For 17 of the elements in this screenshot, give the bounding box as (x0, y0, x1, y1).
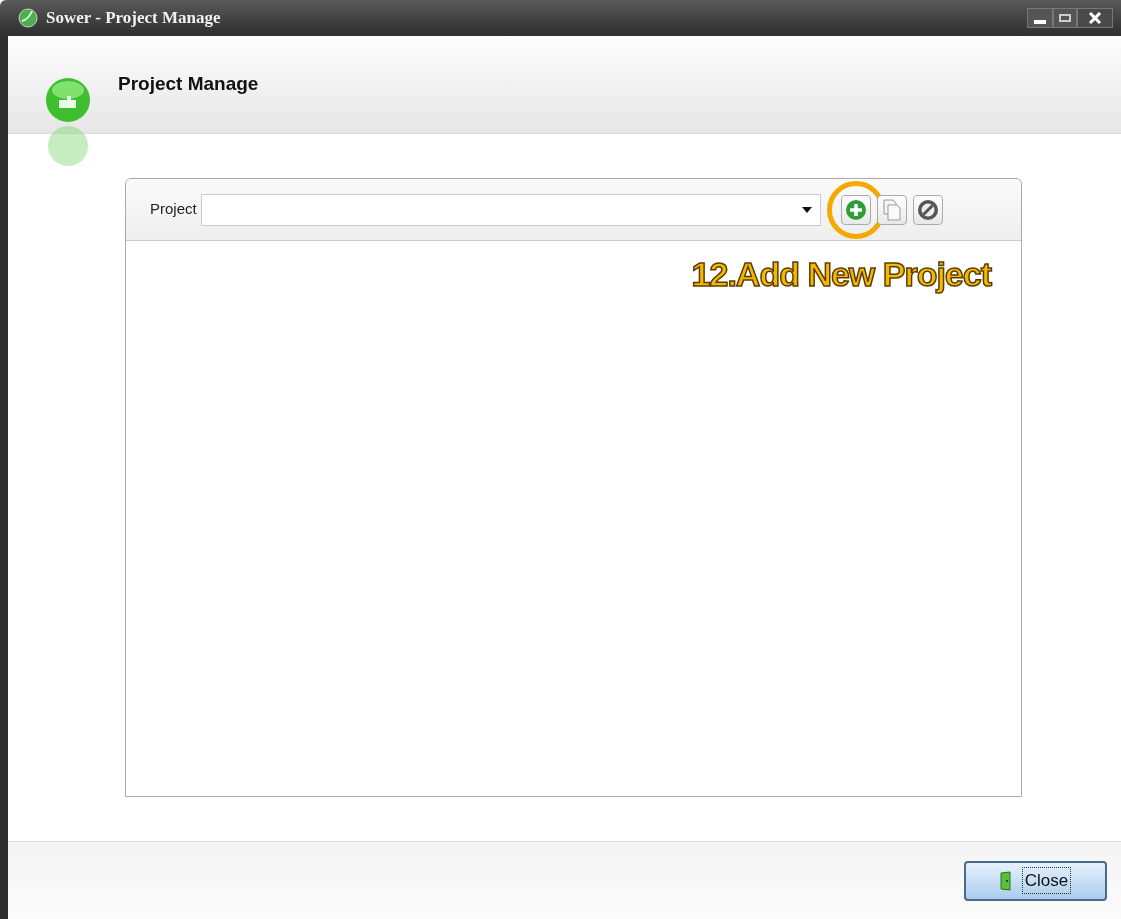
maximize-button[interactable] (1053, 8, 1077, 28)
prohibited-icon (916, 198, 939, 221)
globe-icon (18, 8, 38, 28)
close-button[interactable]: Close (964, 860, 1107, 901)
copy-icon (881, 198, 902, 221)
door-icon (999, 870, 1014, 891)
window-title: Sower - Project Manage (46, 7, 221, 30)
close-icon (1088, 12, 1102, 24)
header-title: Project Manage (118, 72, 259, 97)
minimize-button[interactable] (1027, 8, 1053, 28)
add-project-button[interactable] (840, 194, 871, 225)
close-window-button[interactable] (1077, 8, 1113, 28)
dropdown-caret-icon (801, 206, 812, 213)
annotation-text: 12.Add New Project (691, 254, 991, 295)
plus-icon (844, 198, 867, 221)
project-label: Project (150, 199, 197, 220)
delete-project-button[interactable] (912, 194, 943, 225)
